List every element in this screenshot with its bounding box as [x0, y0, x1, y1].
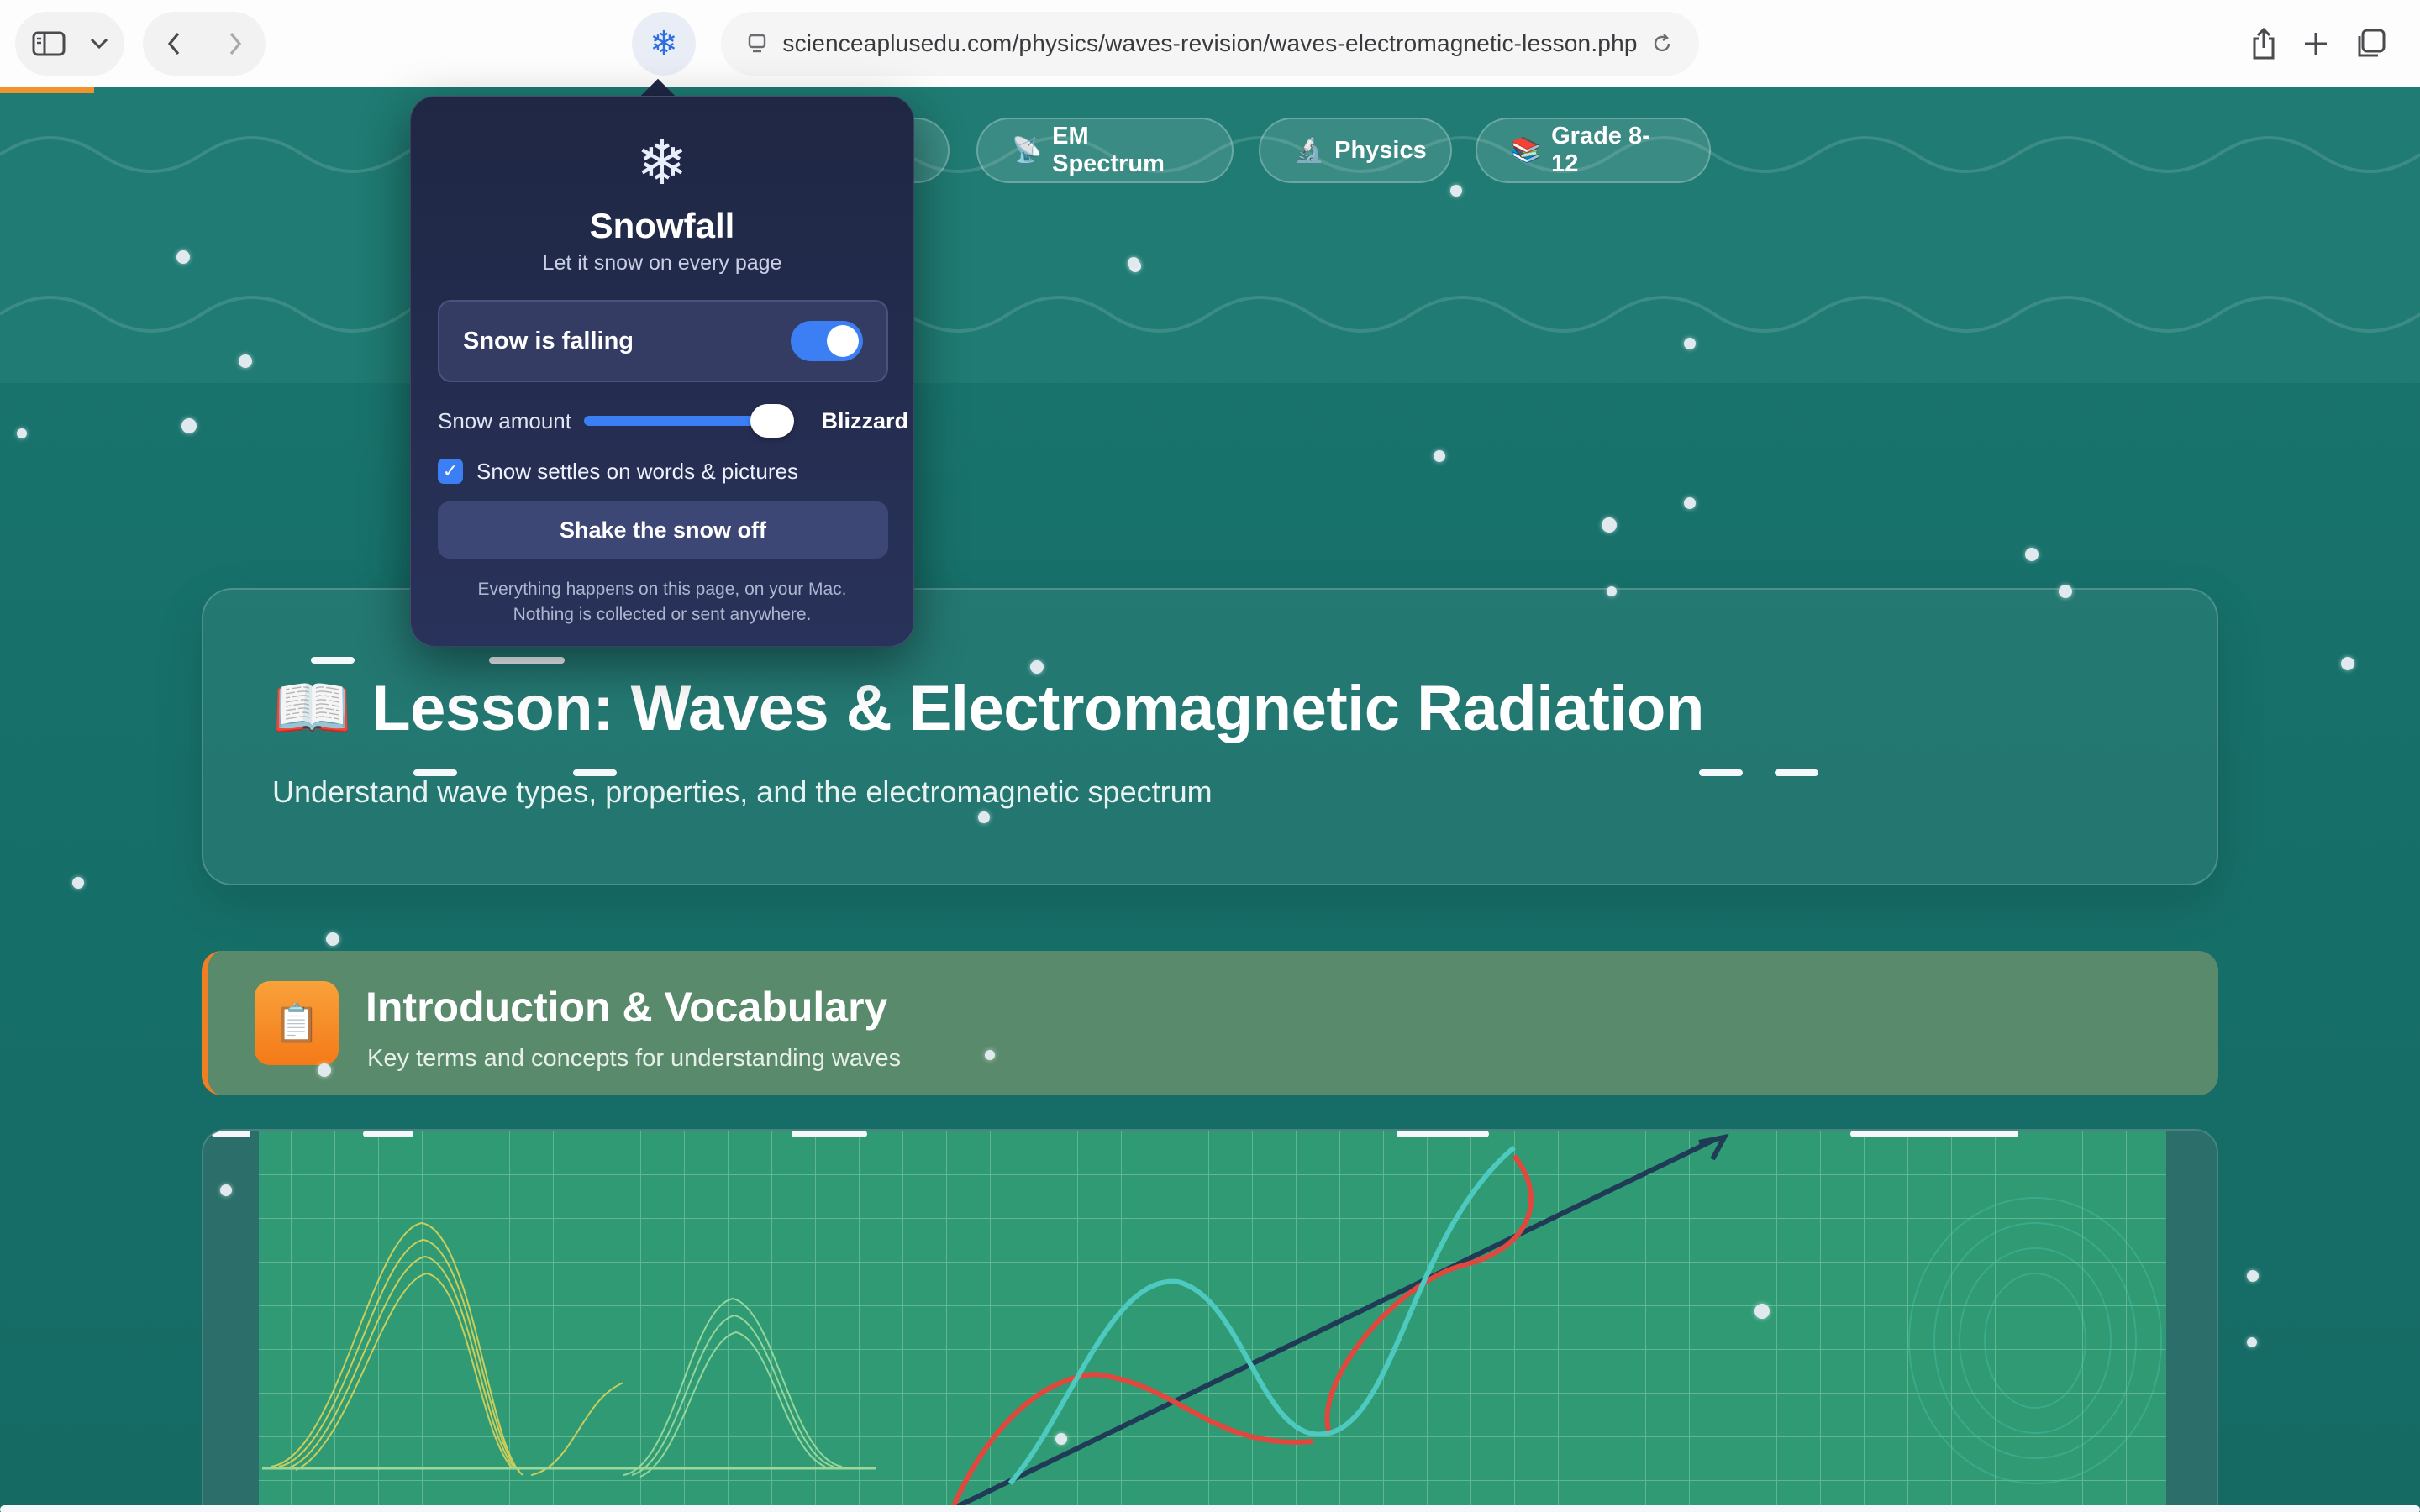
snowflake	[1602, 517, 1617, 533]
settle-checkbox[interactable]: ✓	[438, 459, 463, 484]
toolbar-actions	[2250, 12, 2420, 76]
snowflake	[318, 1063, 331, 1077]
tag-em-spectrum[interactable]: 📡 EM Spectrum	[976, 118, 1234, 183]
snowflake	[1607, 586, 1617, 596]
forward-arrow-icon[interactable]	[204, 12, 266, 76]
browser-toolbar: ❄ scienceaplusedu.com/physics/waves-revi…	[0, 0, 2420, 87]
settled-snow-bottom	[0, 1505, 2420, 1512]
waves-illustration-graphic	[259, 1131, 2166, 1512]
books-icon: 📚	[1511, 137, 1542, 164]
popover-subtitle: Let it snow on every page	[542, 251, 782, 275]
sidebar-toggle-group[interactable]	[15, 12, 124, 76]
snowflake	[978, 811, 990, 823]
snow-toggle-row[interactable]: Snow is falling	[438, 300, 888, 382]
settled-snow	[1850, 1131, 2018, 1137]
new-tab-plus-icon[interactable]	[2302, 30, 2329, 57]
snowflake	[1684, 497, 1696, 509]
share-icon[interactable]	[2250, 27, 2277, 60]
tag-grade[interactable]: 📚 Grade 8-12	[1476, 118, 1711, 183]
switch-knob	[827, 325, 859, 357]
satellite-icon: 📡	[1012, 137, 1043, 164]
checkmark-icon: ✓	[442, 460, 459, 481]
snowflake	[1684, 338, 1696, 349]
snowflake	[2341, 657, 2354, 670]
tag-physics[interactable]: 🔬 Physics	[1259, 118, 1452, 183]
snow-amount-slider[interactable]	[584, 404, 795, 438]
settle-checkbox-label: Snow settles on words & pictures	[476, 458, 798, 484]
settle-checkbox-row[interactable]: ✓ Snow settles on words & pictures	[438, 453, 798, 490]
url-text[interactable]: scienceaplusedu.com/physics/waves-revisi…	[775, 30, 1645, 57]
reload-icon[interactable]	[1645, 33, 1679, 55]
slider-knob[interactable]	[750, 404, 795, 438]
privacy-line-1: Everything happens on this page, on your…	[477, 580, 847, 599]
settled-snow	[311, 657, 355, 664]
address-bar[interactable]: scienceaplusedu.com/physics/waves-revisi…	[721, 12, 1699, 76]
tab-overview-icon[interactable]	[2354, 28, 2386, 60]
settled-snow	[363, 1131, 413, 1137]
snowflake	[1450, 185, 1462, 197]
snowflake	[2247, 1270, 2259, 1282]
snowflake-icon: ❄	[650, 25, 678, 62]
snowflake	[1030, 660, 1044, 674]
snowflake	[1754, 1304, 1770, 1319]
snowflake-icon: ❄	[635, 128, 688, 197]
page-menu-icon[interactable]	[741, 33, 775, 55]
snowflake	[17, 428, 27, 438]
snowflake	[72, 877, 84, 889]
settled-snow	[413, 769, 457, 776]
settled-snow	[573, 769, 617, 776]
microscope-icon: 🔬	[1294, 137, 1325, 164]
open-book-icon: 📖	[272, 673, 352, 744]
waves-illustration	[202, 1129, 2218, 1512]
section-title: Introduction & Vocabulary	[366, 984, 888, 1031]
settled-snow	[792, 1131, 867, 1137]
page-load-progress	[0, 87, 94, 93]
snowfall-extension-button[interactable]: ❄	[632, 12, 696, 76]
lesson-title-text: Lesson: Waves & Electromagnetic Radiatio…	[371, 672, 1704, 744]
snowflake	[2247, 1337, 2257, 1347]
snow-amount-value: Blizzard	[821, 407, 908, 433]
snowflake	[326, 932, 339, 946]
snowflake	[239, 354, 252, 368]
shake-snow-off-button[interactable]: Shake the snow off	[438, 501, 888, 559]
snowflake	[182, 418, 197, 433]
settled-snow	[1775, 769, 1818, 776]
snow-amount-label: Snow amount	[438, 407, 571, 433]
back-arrow-icon[interactable]	[143, 12, 204, 76]
chevron-down-icon[interactable]	[82, 12, 116, 76]
snowflake	[2025, 548, 2039, 561]
section-subtitle: Key terms and concepts for understanding…	[367, 1045, 902, 1072]
snowflake	[1128, 257, 1139, 269]
snowflake	[1055, 1433, 1067, 1445]
snowflake	[176, 250, 190, 264]
tag-label: Physics	[1334, 136, 1427, 164]
snowflake	[2059, 585, 2072, 598]
snowflake	[220, 1184, 232, 1196]
settled-snow	[212, 1131, 250, 1137]
snow-toggle-label: Snow is falling	[463, 327, 634, 354]
sidebar-icon[interactable]	[15, 12, 82, 76]
snow-amount-row: Snow amount Blizzard	[438, 402, 908, 439]
snowfall-popover: ❄ Snowfall Let it snow on every page Sno…	[410, 96, 914, 647]
clipboard-icon: 📋	[255, 981, 339, 1065]
navigation-group	[143, 12, 266, 76]
tag-label: EM Spectrum	[1052, 123, 1165, 177]
snowflake	[1434, 450, 1445, 462]
privacy-line-2: Nothing is collected or sent anywhere.	[513, 605, 812, 624]
web-page: 📡 EM Spectrum 🔬 Physics 📚 Grade 8-12 📖 L…	[0, 87, 2420, 1512]
settled-snow	[1699, 769, 1743, 776]
popover-title: Snowfall	[589, 206, 735, 245]
section-header-introduction[interactable]: 📋 Introduction & Vocabulary Key terms an…	[202, 951, 2218, 1095]
lesson-title: 📖 Lesson: Waves & Electromagnetic Radiat…	[272, 670, 1704, 746]
settled-snow	[1397, 1131, 1489, 1137]
snow-toggle-switch[interactable]	[791, 321, 863, 361]
lesson-subtitle: Understand wave types, properties, and t…	[272, 774, 1213, 809]
settled-snow	[489, 657, 565, 664]
snowflake	[985, 1050, 995, 1060]
privacy-note: Everything happens on this page, on your…	[411, 577, 913, 627]
tag-label: Grade 8-12	[1551, 123, 1650, 177]
